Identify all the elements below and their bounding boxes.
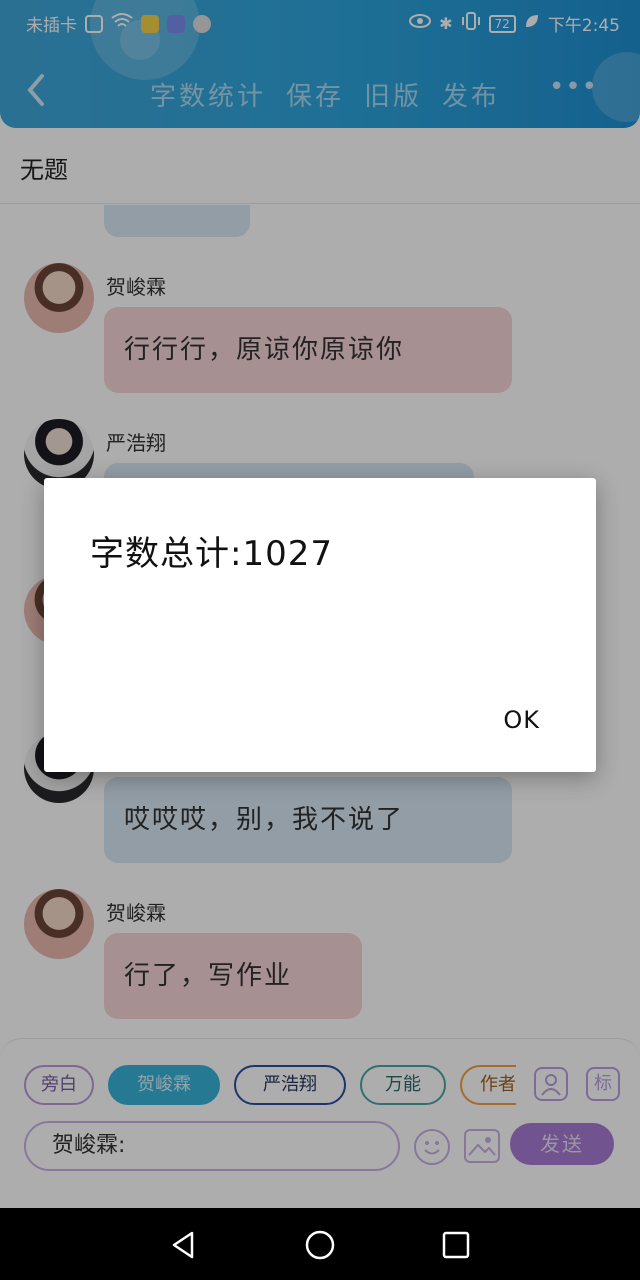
word-count-dialog: 字数总计:1027 OK [44, 478, 596, 772]
home-circle-icon[interactable] [305, 1230, 335, 1260]
ok-button[interactable]: OK [503, 706, 540, 734]
back-triangle-icon[interactable] [168, 1230, 198, 1260]
navigation-bar [0, 1208, 640, 1280]
recents-square-icon[interactable] [441, 1230, 471, 1260]
dialog-message: 字数总计:1027 [90, 534, 333, 574]
